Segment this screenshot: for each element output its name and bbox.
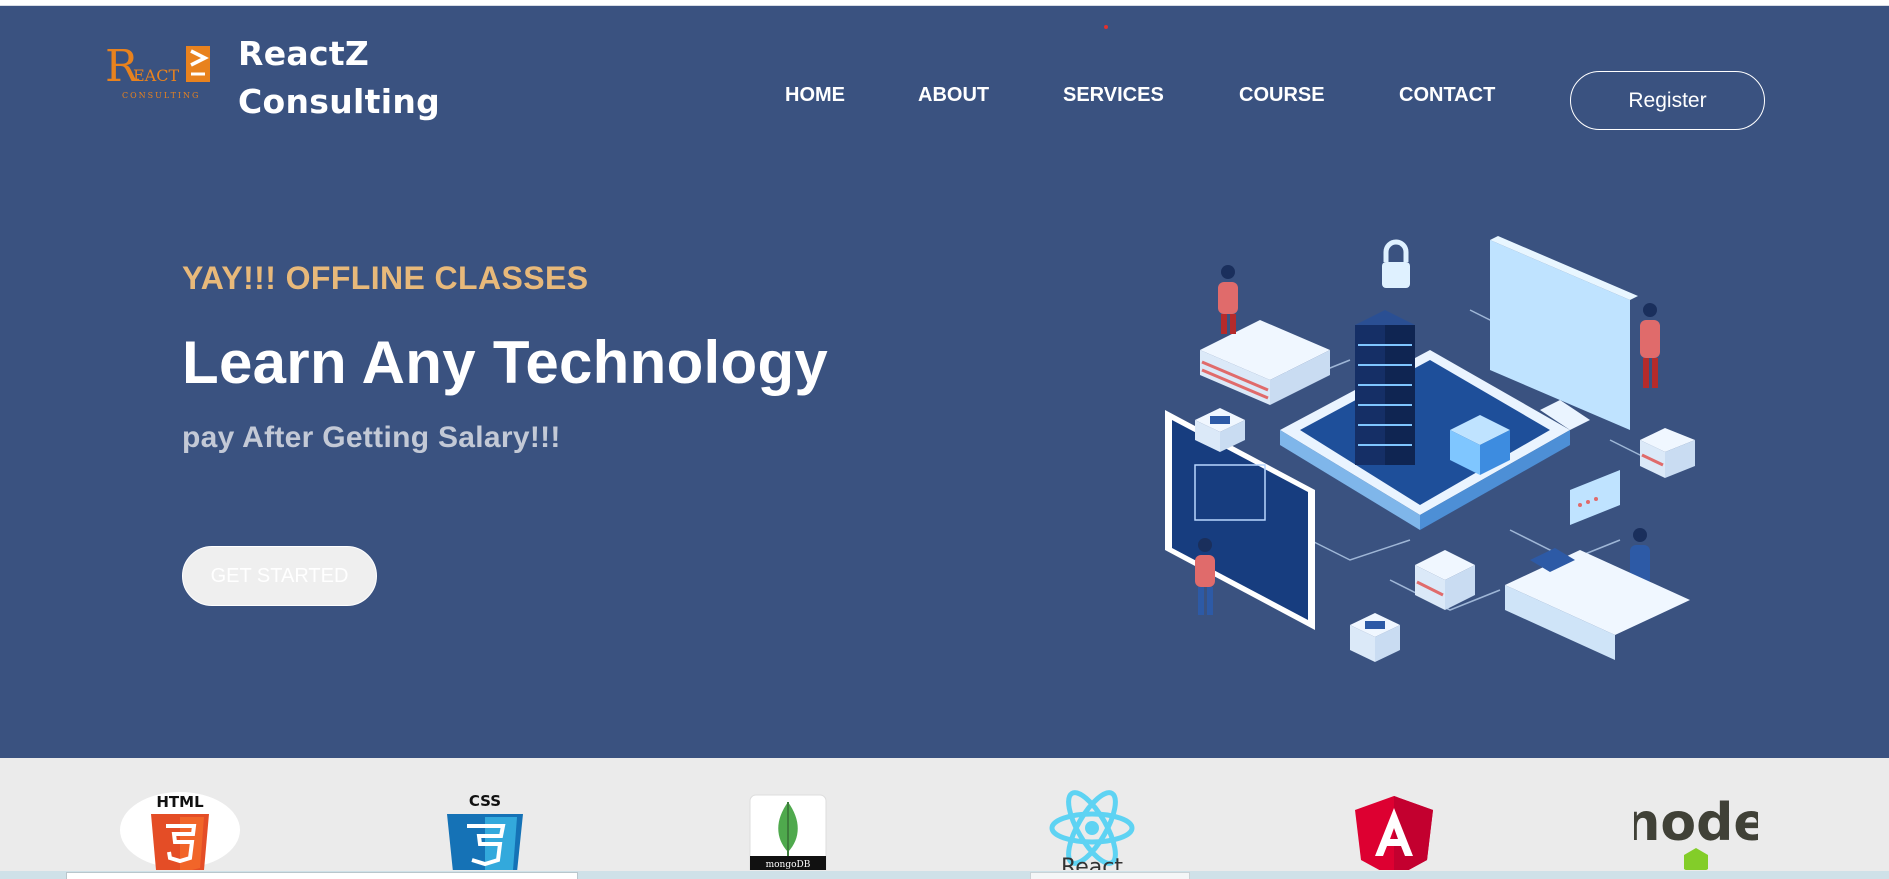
node-label: node	[1634, 793, 1758, 853]
react-icon[interactable]: React	[1046, 790, 1138, 870]
bottom-tab-secondary[interactable]	[1030, 872, 1190, 879]
react-label: React	[1061, 855, 1123, 870]
hero-subline: pay After Getting Salary!!!	[182, 421, 561, 454]
hero-kicker: YAY!!! OFFLINE CLASSES	[182, 260, 589, 296]
logo-subtitle: CONSULTING	[122, 91, 200, 100]
reactz-logo[interactable]: R EACT CONSULTING	[100, 36, 220, 106]
isometric-city-illustration	[1165, 236, 1695, 662]
nav-course[interactable]: COURSE	[1239, 84, 1325, 107]
mongodb-icon[interactable]: mongoDB	[749, 790, 827, 870]
angular-icon[interactable]	[1353, 790, 1435, 870]
nav-contact[interactable]: CONTACT	[1399, 84, 1495, 107]
cursor-dot	[1104, 25, 1108, 29]
logo-z-box	[186, 46, 210, 82]
html5-label: HTML	[156, 793, 204, 811]
brand-name-line2: Consulting	[238, 82, 441, 121]
hero-headline: Learn Any Technology	[182, 329, 829, 396]
nodejs-icon[interactable]: node	[1634, 790, 1758, 870]
get-started-button[interactable]: GET STARTED	[182, 546, 377, 606]
bottom-tab[interactable]	[66, 872, 578, 879]
lock-shackle	[1383, 239, 1409, 262]
person-right	[1640, 303, 1660, 388]
cube-bottom	[1350, 613, 1400, 662]
brand-name-line1: ReactZ	[238, 34, 370, 73]
technology-strip	[0, 758, 1889, 879]
person-top-left	[1218, 265, 1238, 334]
logo-letters: EACT	[133, 66, 179, 85]
css3-label: CSS	[469, 792, 501, 810]
cube-right	[1640, 428, 1695, 478]
nav-about[interactable]: ABOUT	[918, 84, 989, 107]
register-button[interactable]: Register	[1570, 71, 1765, 130]
mongodb-label: mongoDB	[766, 860, 811, 870]
lock-icon	[1382, 262, 1410, 288]
nav-services[interactable]: SERVICES	[1063, 84, 1164, 107]
html5-icon[interactable]: HTML	[118, 790, 242, 870]
cube-bottom-center	[1415, 550, 1475, 610]
nav-home[interactable]: HOME	[785, 84, 845, 107]
platform-screen	[1300, 360, 1550, 505]
css3-icon[interactable]: CSS	[445, 790, 525, 870]
brand-name[interactable]: ReactZ Consulting	[238, 30, 440, 126]
